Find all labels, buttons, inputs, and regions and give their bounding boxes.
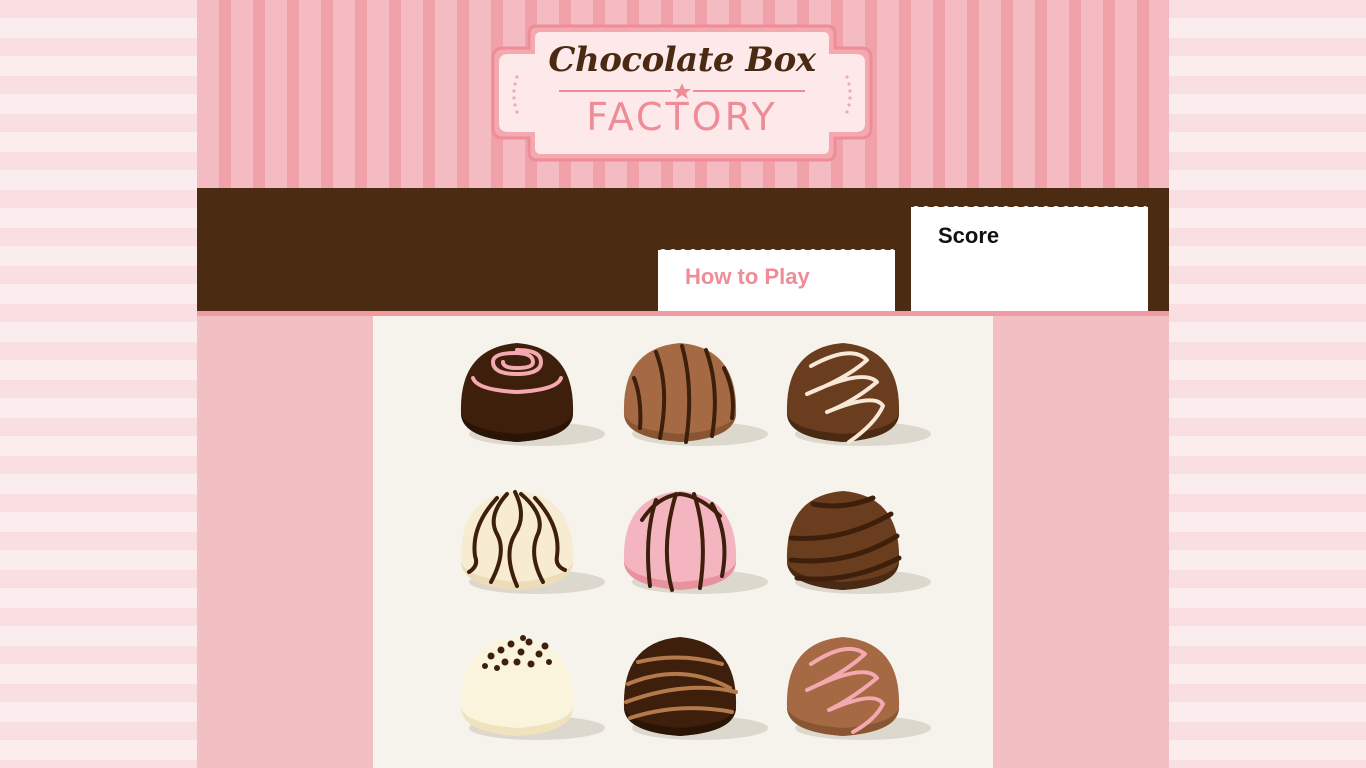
how-to-play-label[interactable]: How to Play bbox=[685, 264, 810, 290]
score-label: Score bbox=[938, 223, 1000, 248]
chocolate-white-sprinkles[interactable] bbox=[457, 632, 607, 747]
chocolate-pink-zigzag[interactable] bbox=[783, 632, 933, 747]
game-logo: Chocolate Box FACTORY bbox=[489, 22, 875, 164]
chocolate-board bbox=[373, 316, 993, 768]
chocolate-white-waves[interactable] bbox=[457, 486, 607, 601]
chocolate-dark-milk-stripes[interactable] bbox=[620, 632, 770, 747]
score-panel: Score bbox=[911, 206, 1148, 311]
logo-script-text: Chocolate Box bbox=[548, 40, 816, 80]
chocolate-pink-swirl[interactable] bbox=[457, 338, 607, 453]
scallop-edge-icon bbox=[658, 249, 895, 258]
game-stage: Chocolate Box FACTORY How to Play Score bbox=[197, 0, 1169, 768]
scallop-edge-icon bbox=[911, 206, 1148, 215]
chocolate-white-zigzag[interactable] bbox=[783, 338, 933, 453]
chocolate-milk-stripes[interactable] bbox=[620, 338, 770, 453]
logo-factory-text: FACTORY bbox=[586, 95, 778, 139]
how-to-play-tab[interactable]: How to Play bbox=[658, 249, 895, 311]
header-banner: Chocolate Box FACTORY bbox=[197, 0, 1169, 188]
chocolate-dark-diagonals[interactable] bbox=[783, 486, 933, 601]
chocolate-pink-stripes[interactable] bbox=[620, 486, 770, 601]
